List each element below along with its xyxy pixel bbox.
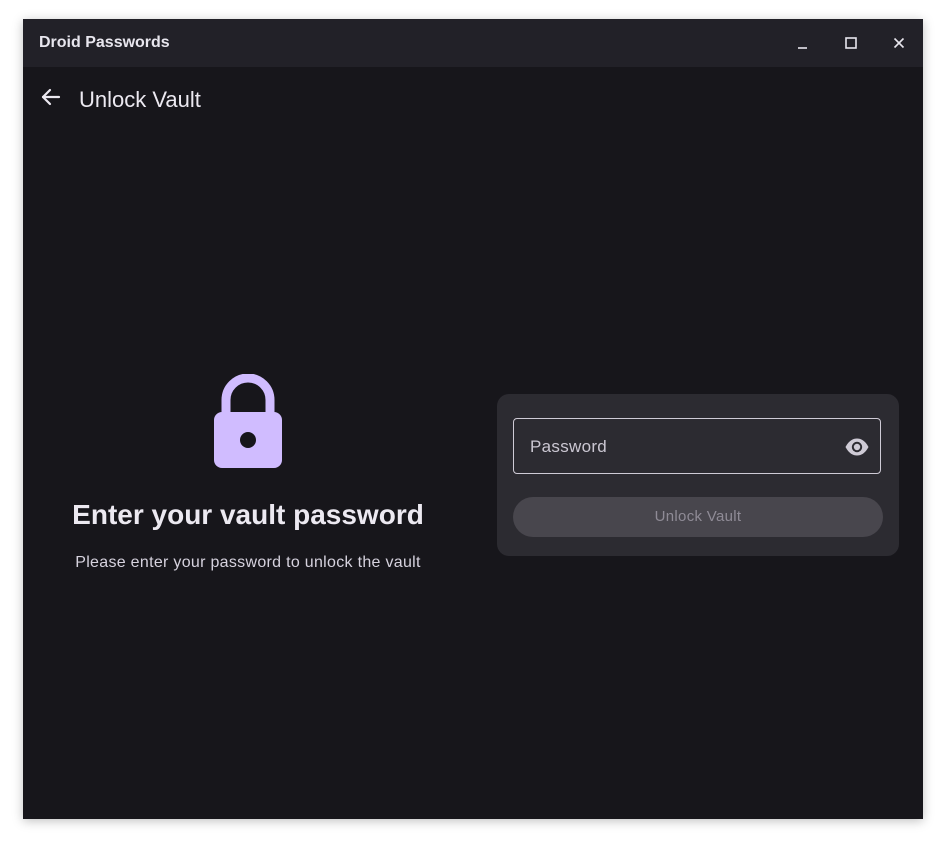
maximize-button[interactable] [839,31,863,55]
lock-illustration [210,374,286,470]
intro-heading: Enter your vault password [72,499,424,530]
unlock-form-card: Unlock Vault [497,394,899,556]
minimize-icon [798,47,807,49]
toggle-visibility-button[interactable] [844,434,870,460]
window-title: Droid Passwords [39,34,170,51]
page-title: Unlock Vault [79,87,201,112]
arrow-back-icon [41,88,61,106]
unlock-vault-button[interactable]: Unlock Vault [513,497,883,537]
close-icon [893,37,905,49]
lock-icon [214,374,282,468]
minimize-button[interactable] [791,31,815,55]
maximize-icon [845,37,857,49]
intro-panel: Enter your vault password Please enter y… [47,374,449,584]
intro-subtitle: Please enter your password to unlock the… [75,554,421,571]
close-button[interactable] [887,31,911,55]
app-bar: Unlock Vault [23,67,923,131]
password-field[interactable] [513,418,881,475]
password-input[interactable] [528,419,832,475]
eye-icon [845,438,869,456]
back-button[interactable] [37,83,65,111]
title-bar[interactable]: Droid Passwords [23,19,923,67]
app-window: Droid Passwords Unlock Vault Enter your … [23,19,923,819]
